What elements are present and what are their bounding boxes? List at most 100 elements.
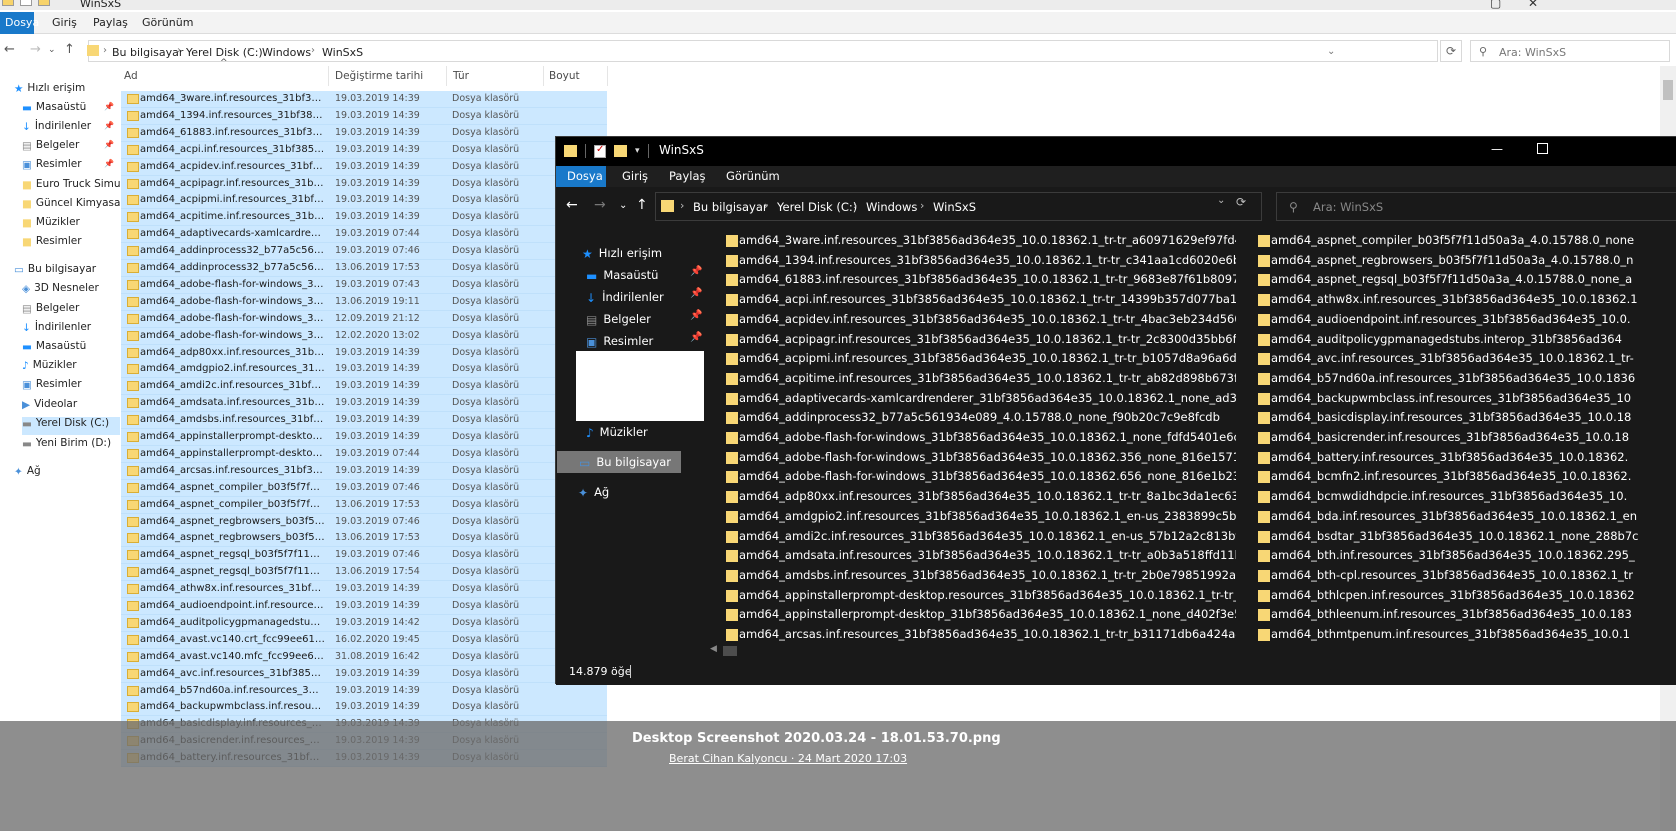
table-row[interactable]: amd64_61883.inf.resources_31bf3856ad3...…: [121, 124, 607, 142]
table-row[interactable]: amd64_addinprocess32_b77a5c561934e0... 13…: [121, 260, 607, 277]
list-item[interactable]: amd64_appinstallerprompt-desktop_31bf385…: [706, 606, 1236, 625]
scrollbar-thumb[interactable]: [723, 646, 737, 656]
nav-item-h-zl-eri-im[interactable]: ★ Hızlı erişim: [582, 242, 662, 264]
nav-item-yerel-disk-c[interactable]: ▬ Yerel Disk (C:): [22, 417, 120, 435]
tab-file[interactable]: Dosya: [556, 166, 606, 187]
list-item[interactable]: amd64_acpipmi.inf.resources_31bf3856ad36…: [706, 350, 1236, 369]
table-row[interactable]: amd64_adp80xx.inf.resources_31bf3856a...…: [121, 344, 607, 362]
list-item[interactable]: amd64_aspnet_compiler_b03f5f7f11d50a3a_4…: [1238, 232, 1676, 251]
table-row[interactable]: amd64_aspnet_compiler_b03f5f7f11d50a... 1…: [121, 496, 607, 514]
nav-item-belgeler[interactable]: ▤ Belgeler 📌: [586, 308, 702, 330]
scroll-left-icon[interactable]: ◀: [710, 644, 717, 654]
table-row[interactable]: amd64_aspnet_regbrowsers_b03f5f7f11d... 1…: [121, 530, 607, 548]
list-item[interactable]: amd64_arcsas.inf.resources_31bf3856ad364…: [706, 626, 1236, 643]
list-item[interactable]: amd64_athw8x.inf.resources_31bf3856ad364…: [1238, 291, 1676, 310]
nav-item-resimler[interactable]: ■ Resimler: [22, 235, 82, 253]
table-row[interactable]: amd64_appinstallerprompt-desktop_31bf...…: [121, 445, 607, 463]
table-row[interactable]: amd64_acpitime.inf.resources_31bf3856a..…: [121, 209, 607, 227]
nav-item-h-zl-eri-im[interactable]: ★ Hızlı erişim: [14, 82, 85, 100]
list-item[interactable]: amd64_battery.inf.resources_31bf3856ad36…: [1238, 449, 1676, 468]
front-search-box[interactable]: ⚲ Ara: WinSxS: [1276, 192, 1676, 221]
table-row[interactable]: amd64_adaptivecards-xamlcardrenderer_...…: [121, 226, 607, 244]
table-row[interactable]: amd64_acpipagr.inf.resources_31bf3856a..…: [121, 175, 607, 193]
chevron-down-icon[interactable]: ⌄: [1217, 195, 1225, 206]
forward-arrow-icon[interactable]: →: [30, 42, 41, 57]
list-item[interactable]: amd64_aspnet_regbrowsers_b03f5f7f11d50a3…: [1238, 252, 1676, 271]
table-row[interactable]: amd64_athw8x.inf.resources_31bf3856ad...…: [121, 581, 607, 599]
pin-icon[interactable]: 📌: [104, 159, 114, 168]
front-horizontal-scrollbar[interactable]: ◀: [706, 643, 1676, 659]
list-item[interactable]: amd64_addinprocess32_b77a5c561934e089_4.…: [706, 409, 1236, 428]
table-row[interactable]: amd64_avast.vc140.mfc_fcc99ee6193ebb... 3…: [121, 648, 607, 666]
list-item[interactable]: amd64_adp80xx.inf.resources_31bf3856ad36…: [706, 488, 1236, 507]
column-size[interactable]: Boyut: [549, 70, 580, 82]
nav-item-resimler[interactable]: ▣ Resimler 📌: [586, 330, 702, 352]
list-item[interactable]: amd64_bcmfn2.inf.resources_31bf3856ad364…: [1238, 468, 1676, 487]
nav-item-resimler[interactable]: ▣ Resimler 📌: [22, 158, 114, 176]
column-name[interactable]: Ad: [124, 70, 138, 82]
forward-arrow-icon[interactable]: →: [594, 197, 606, 213]
list-item[interactable]: amd64_b57nd60a.inf.resources_31bf3856ad3…: [1238, 370, 1676, 389]
crumb-winsxs[interactable]: WinSxS: [322, 46, 363, 59]
nav-item-bu-bilgisayar[interactable]: ▭ Bu bilgisayar: [557, 451, 681, 473]
nav-item-resimler[interactable]: ▣ Resimler: [22, 378, 82, 396]
nav-item-m-zikler[interactable]: ■ Müzikler: [22, 216, 80, 234]
list-item[interactable]: amd64_appinstallerprompt-desktop.resourc…: [706, 587, 1236, 606]
list-item[interactable]: amd64_audioendpoint.inf.resources_31bf38…: [1238, 311, 1676, 330]
pin-icon[interactable]: 📌: [690, 266, 702, 277]
list-item[interactable]: amd64_bda.inf.resources_31bf3856ad364e35…: [1238, 508, 1676, 527]
list-item[interactable]: amd64_basicdisplay.inf.resources_31bf385…: [1238, 409, 1676, 428]
list-item[interactable]: amd64_avc.inf.resources_31bf3856ad364e35…: [1238, 350, 1676, 369]
back-search-box[interactable]: ⚲ Ara: WinSxS: [1470, 40, 1670, 62]
back-arrow-icon[interactable]: ←: [566, 197, 578, 213]
table-row[interactable]: amd64_appinstallerprompt-desktop.reso...…: [121, 429, 607, 446]
tab-home[interactable]: Giriş: [52, 16, 77, 29]
nav-item-masa-st[interactable]: ▬ Masaüstü 📌: [22, 101, 114, 119]
nav-item-a[interactable]: ✦ Ağ: [578, 481, 609, 503]
properties-icon[interactable]: [594, 144, 606, 158]
nav-item-yeni-birim-d[interactable]: ▬ Yeni Birim (D:): [22, 437, 111, 455]
nav-item-i-ndirilenler[interactable]: ↓ İndirilenler 📌: [586, 286, 702, 308]
list-item[interactable]: amd64_acpi.inf.resources_31bf3856ad364e3…: [706, 291, 1236, 310]
list-item[interactable]: amd64_amdsata.inf.resources_31bf3856ad36…: [706, 547, 1236, 566]
nav-item-3d-nesneler[interactable]: ◈ 3D Nesneler: [22, 282, 99, 300]
list-item[interactable]: amd64_bthlcpen.inf.resources_31bf3856ad3…: [1238, 587, 1676, 606]
nav-item-i-ndirilenler[interactable]: ↓ İndirilenler 📌: [22, 120, 114, 138]
table-row[interactable]: amd64_arcsas.inf.resources_31bf3856ad3..…: [121, 462, 607, 480]
table-row[interactable]: amd64_adobe-flash-for-windows_31bf38... 1…: [121, 276, 607, 294]
table-row[interactable]: amd64_aspnet_regsql_b03f5f7f11d50a3a_...…: [121, 564, 607, 582]
nav-item-masa-st[interactable]: ▬ Masaüstü: [22, 340, 86, 358]
tab-view[interactable]: Görünüm: [726, 169, 780, 183]
pin-icon[interactable]: 📌: [104, 140, 114, 149]
list-item[interactable]: amd64_acpipagr.inf.resources_31bf3856ad3…: [706, 331, 1236, 350]
table-row[interactable]: amd64_acpi.inf.resources_31bf3856ad364..…: [121, 141, 607, 159]
chevron-down-icon[interactable]: ⌄: [1327, 46, 1335, 57]
front-path-box[interactable]: › Bu bilgisayar › Yerel Disk (C:) › Wind…: [655, 192, 1262, 221]
maximize-icon[interactable]: [1537, 143, 1548, 154]
list-item[interactable]: amd64_adobe-flash-for-windows_31bf3856ad…: [706, 449, 1236, 468]
list-item[interactable]: amd64_backupwmbclass.inf.resources_31bf3…: [1238, 390, 1676, 409]
refresh-icon[interactable]: ⟳: [1440, 40, 1462, 62]
table-row[interactable]: amd64_avast.vc140.crt_fcc99ee6193ebbc...…: [121, 631, 607, 649]
list-item[interactable]: amd64_auditpolicygpmanagedstubs.interop_…: [1238, 331, 1676, 350]
list-item[interactable]: amd64_acpitime.inf.resources_31bf3856ad3…: [706, 370, 1236, 389]
nav-item-m-zikler[interactable]: ♪ Müzikler: [22, 359, 77, 377]
tab-file[interactable]: Dosya: [0, 12, 39, 34]
pin-icon[interactable]: 📌: [690, 288, 702, 299]
list-item[interactable]: amd64_bsdtar_31bf3856ad364e35_10.0.18362…: [1238, 528, 1676, 547]
crumb-this-pc[interactable]: Bu bilgisayar: [693, 200, 768, 214]
list-item[interactable]: amd64_adobe-flash-for-windows_31bf3856ad…: [706, 468, 1236, 487]
tab-view[interactable]: Görünüm: [142, 16, 193, 29]
list-item[interactable]: amd64_bthleenum.inf.resources_31bf3856ad…: [1238, 606, 1676, 625]
table-row[interactable]: amd64_3ware.inf.resources_31bf3856ad3...…: [121, 91, 607, 108]
list-item[interactable]: amd64_amdgpio2.inf.resources_31bf3856ad3…: [706, 508, 1236, 527]
nav-item-euro-truck-simu[interactable]: ■ Euro Truck Simu: [22, 178, 121, 196]
list-item[interactable]: amd64_3ware.inf.resources_31bf3856ad364e…: [706, 232, 1236, 251]
table-row[interactable]: amd64_adobe-flash-for-windows_31bf38... 1…: [121, 310, 607, 328]
table-row[interactable]: amd64_adobe-flash-for-windows_31bf38... 1…: [121, 293, 607, 311]
chevron-down-icon[interactable]: ⌄: [619, 200, 627, 211]
list-item[interactable]: amd64_amdsbs.inf.resources_31bf3856ad364…: [706, 567, 1236, 586]
list-item[interactable]: amd64_basicrender.inf.resources_31bf3856…: [1238, 429, 1676, 448]
refresh-icon[interactable]: ⟳: [1236, 195, 1246, 209]
nav-item-videolar[interactable]: ▶ Videolar: [22, 398, 77, 416]
